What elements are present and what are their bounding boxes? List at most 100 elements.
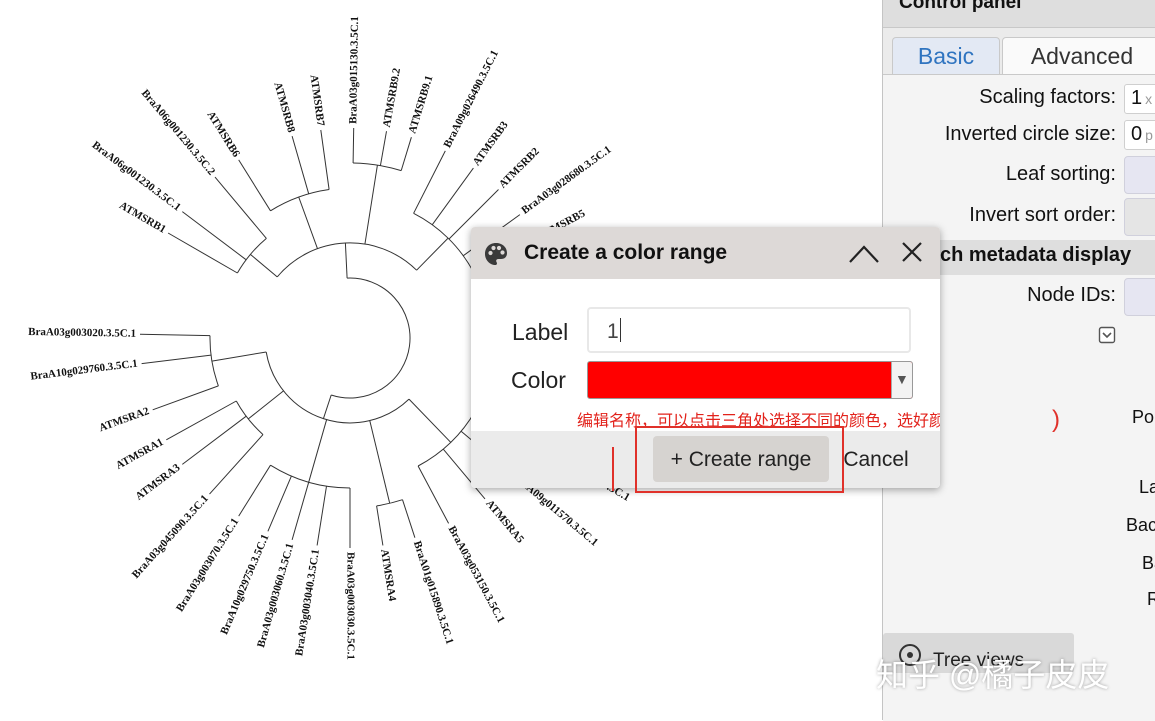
invert-sort-order-label: Invert sort order: [969, 204, 1116, 226]
dialog-title: Create a color range [524, 241, 728, 264]
leaf-sorting-select[interactable] [1124, 156, 1155, 194]
node-ids-select[interactable] [1124, 278, 1155, 316]
tree-leaf-label[interactable]: BraA03g053150.3.5C.1 [446, 524, 507, 625]
tree-branch [139, 333, 211, 337]
inverted-circle-size-value: 0 [1131, 123, 1143, 145]
tree-branch [402, 499, 416, 538]
tree-leaf-label[interactable]: ATMSRB8 [271, 81, 297, 135]
tree-branch [250, 254, 278, 278]
annotation-mark: ) [1052, 406, 1060, 433]
highlight-tick [612, 447, 614, 491]
highlight-box [635, 426, 844, 493]
tree-branch [320, 129, 330, 190]
tree-leaf-label[interactable]: ATMSRA2 [97, 405, 151, 434]
tree-leaf-label[interactable]: ATMSRA3 [133, 461, 182, 502]
text-caret [619, 318, 621, 342]
tree-branch [352, 127, 355, 164]
tree-leaf-label[interactable]: BraA03g003030.3.5C.1 [344, 552, 356, 660]
side-label-r: R [1147, 589, 1155, 609]
tree-branch [416, 237, 449, 271]
tree-leaf-label[interactable]: BraA03g003040.3.5C.1 [293, 548, 322, 656]
tree-branch [369, 420, 391, 504]
tab-basic[interactable]: Basic [892, 37, 1000, 74]
side-label-po: Po [1132, 407, 1155, 427]
inverted-circle-size-unit: p [1145, 127, 1153, 143]
metadata-display-section-title: ch metadata display [940, 244, 1132, 266]
watermark: 知乎 @橘子皮皮 [876, 657, 1110, 693]
tree-branch [166, 400, 237, 441]
palette-icon [485, 243, 507, 265]
tree-branch [400, 137, 412, 171]
tree-leaf-label[interactable]: BraA06g001230.3.5C.2 [139, 87, 218, 178]
tree-branch [238, 159, 271, 212]
invert-sort-order-toggle[interactable] [1124, 198, 1155, 236]
tree-leaf-label[interactable]: ATMSRB9.1 [406, 74, 435, 135]
tree-leaf-label[interactable]: ATMSRB7 [308, 74, 327, 127]
tree-branch [267, 475, 292, 532]
tree-branch [431, 167, 474, 225]
cancel-button[interactable]: Cancel [839, 436, 913, 482]
tree-branch [408, 398, 452, 443]
node-ids-label: Node IDs: [1027, 284, 1116, 306]
tree-branch [322, 394, 332, 419]
tree-leaf-label[interactable]: BraA06g001230.3.5C.1 [90, 139, 183, 213]
tree-leaf-label[interactable]: ATMSRB9.2 [381, 67, 403, 129]
control-panel-header: Control panel [883, 0, 1155, 28]
label-input[interactable]: 1 [587, 307, 911, 353]
tree-branch [364, 165, 378, 245]
side-label-ba: Ba [1142, 553, 1155, 573]
tree-leaf-label[interactable]: ATMSRA5 [483, 498, 526, 546]
tree-branch [298, 196, 318, 249]
metadata-display-section-header[interactable]: ch metadata display [938, 240, 1155, 275]
tree-branch [167, 232, 238, 274]
expand-checkbox-icon[interactable] [1098, 326, 1116, 344]
tab-advanced[interactable]: Advanced [1002, 37, 1155, 74]
color-select[interactable]: ▼ [587, 361, 913, 399]
color-field-label: Color [511, 367, 566, 393]
color-dropdown-arrow[interactable]: ▼ [891, 362, 912, 398]
leaf-sorting-label: Leaf sorting: [1005, 163, 1116, 185]
tree-branch [141, 354, 212, 365]
tree-branch [181, 415, 247, 465]
close-icon[interactable] [897, 237, 927, 267]
tree-branch [344, 243, 348, 279]
tree-branch [211, 351, 267, 362]
tree-leaf-label[interactable]: BraA03g015130.3.5C.1 [347, 16, 361, 124]
collapse-chevron-icon[interactable] [847, 241, 881, 267]
tree-branch [379, 131, 387, 166]
tree-leaf-label[interactable]: ATMSRB6 [204, 109, 242, 160]
tree-branch [247, 390, 284, 420]
tree-branch [291, 135, 310, 194]
inverted-circle-size-input[interactable]: 0p [1124, 120, 1155, 150]
tree-arc [331, 277, 411, 399]
tree-branch [376, 505, 384, 546]
tree-branch [316, 486, 327, 546]
inverted-circle-size-label: Inverted circle size: [944, 123, 1116, 145]
tree-branch [214, 176, 267, 239]
label-input-value: 1 [607, 320, 619, 343]
tree-branch [238, 464, 271, 517]
scaling-factors-value: 1 [1131, 87, 1143, 109]
tree-branch [291, 482, 310, 541]
side-label-la: La [1139, 477, 1155, 497]
tree-branch [181, 211, 247, 261]
tree-leaf-label[interactable]: BraA10g029760.3.5C.1 [30, 358, 139, 383]
tree-leaf-label[interactable]: ATMSRA4 [378, 548, 398, 602]
tree-leaf-label[interactable]: ATMSRB2 [497, 145, 542, 190]
tree-branch [308, 419, 328, 483]
scaling-factors-unit: x [1145, 91, 1153, 107]
scaling-factors-label: Scaling factors: [979, 86, 1116, 108]
tree-branch [209, 434, 264, 495]
tree-leaf-label[interactable]: ATMSRB3 [471, 119, 511, 168]
tree-branch [152, 385, 219, 411]
tree-leaf-label[interactable]: BraA03g003020.3.5C.1 [28, 326, 136, 340]
side-label-bac: Bac [1126, 515, 1155, 535]
control-panel-title: Control panel [899, 0, 1022, 13]
tree-leaf-label[interactable]: ATMSRA1 [114, 436, 166, 472]
label-field-label: Label [512, 319, 569, 345]
tree-leaf-label[interactable]: BraA01g015890.3.5C.1 [411, 540, 456, 646]
scaling-factors-input[interactable]: 1x [1124, 84, 1155, 114]
dialog-header[interactable]: Create a color range [471, 227, 940, 279]
tree-leaf-label[interactable]: ATMSRB1 [117, 200, 168, 236]
tree-branch [413, 150, 446, 214]
